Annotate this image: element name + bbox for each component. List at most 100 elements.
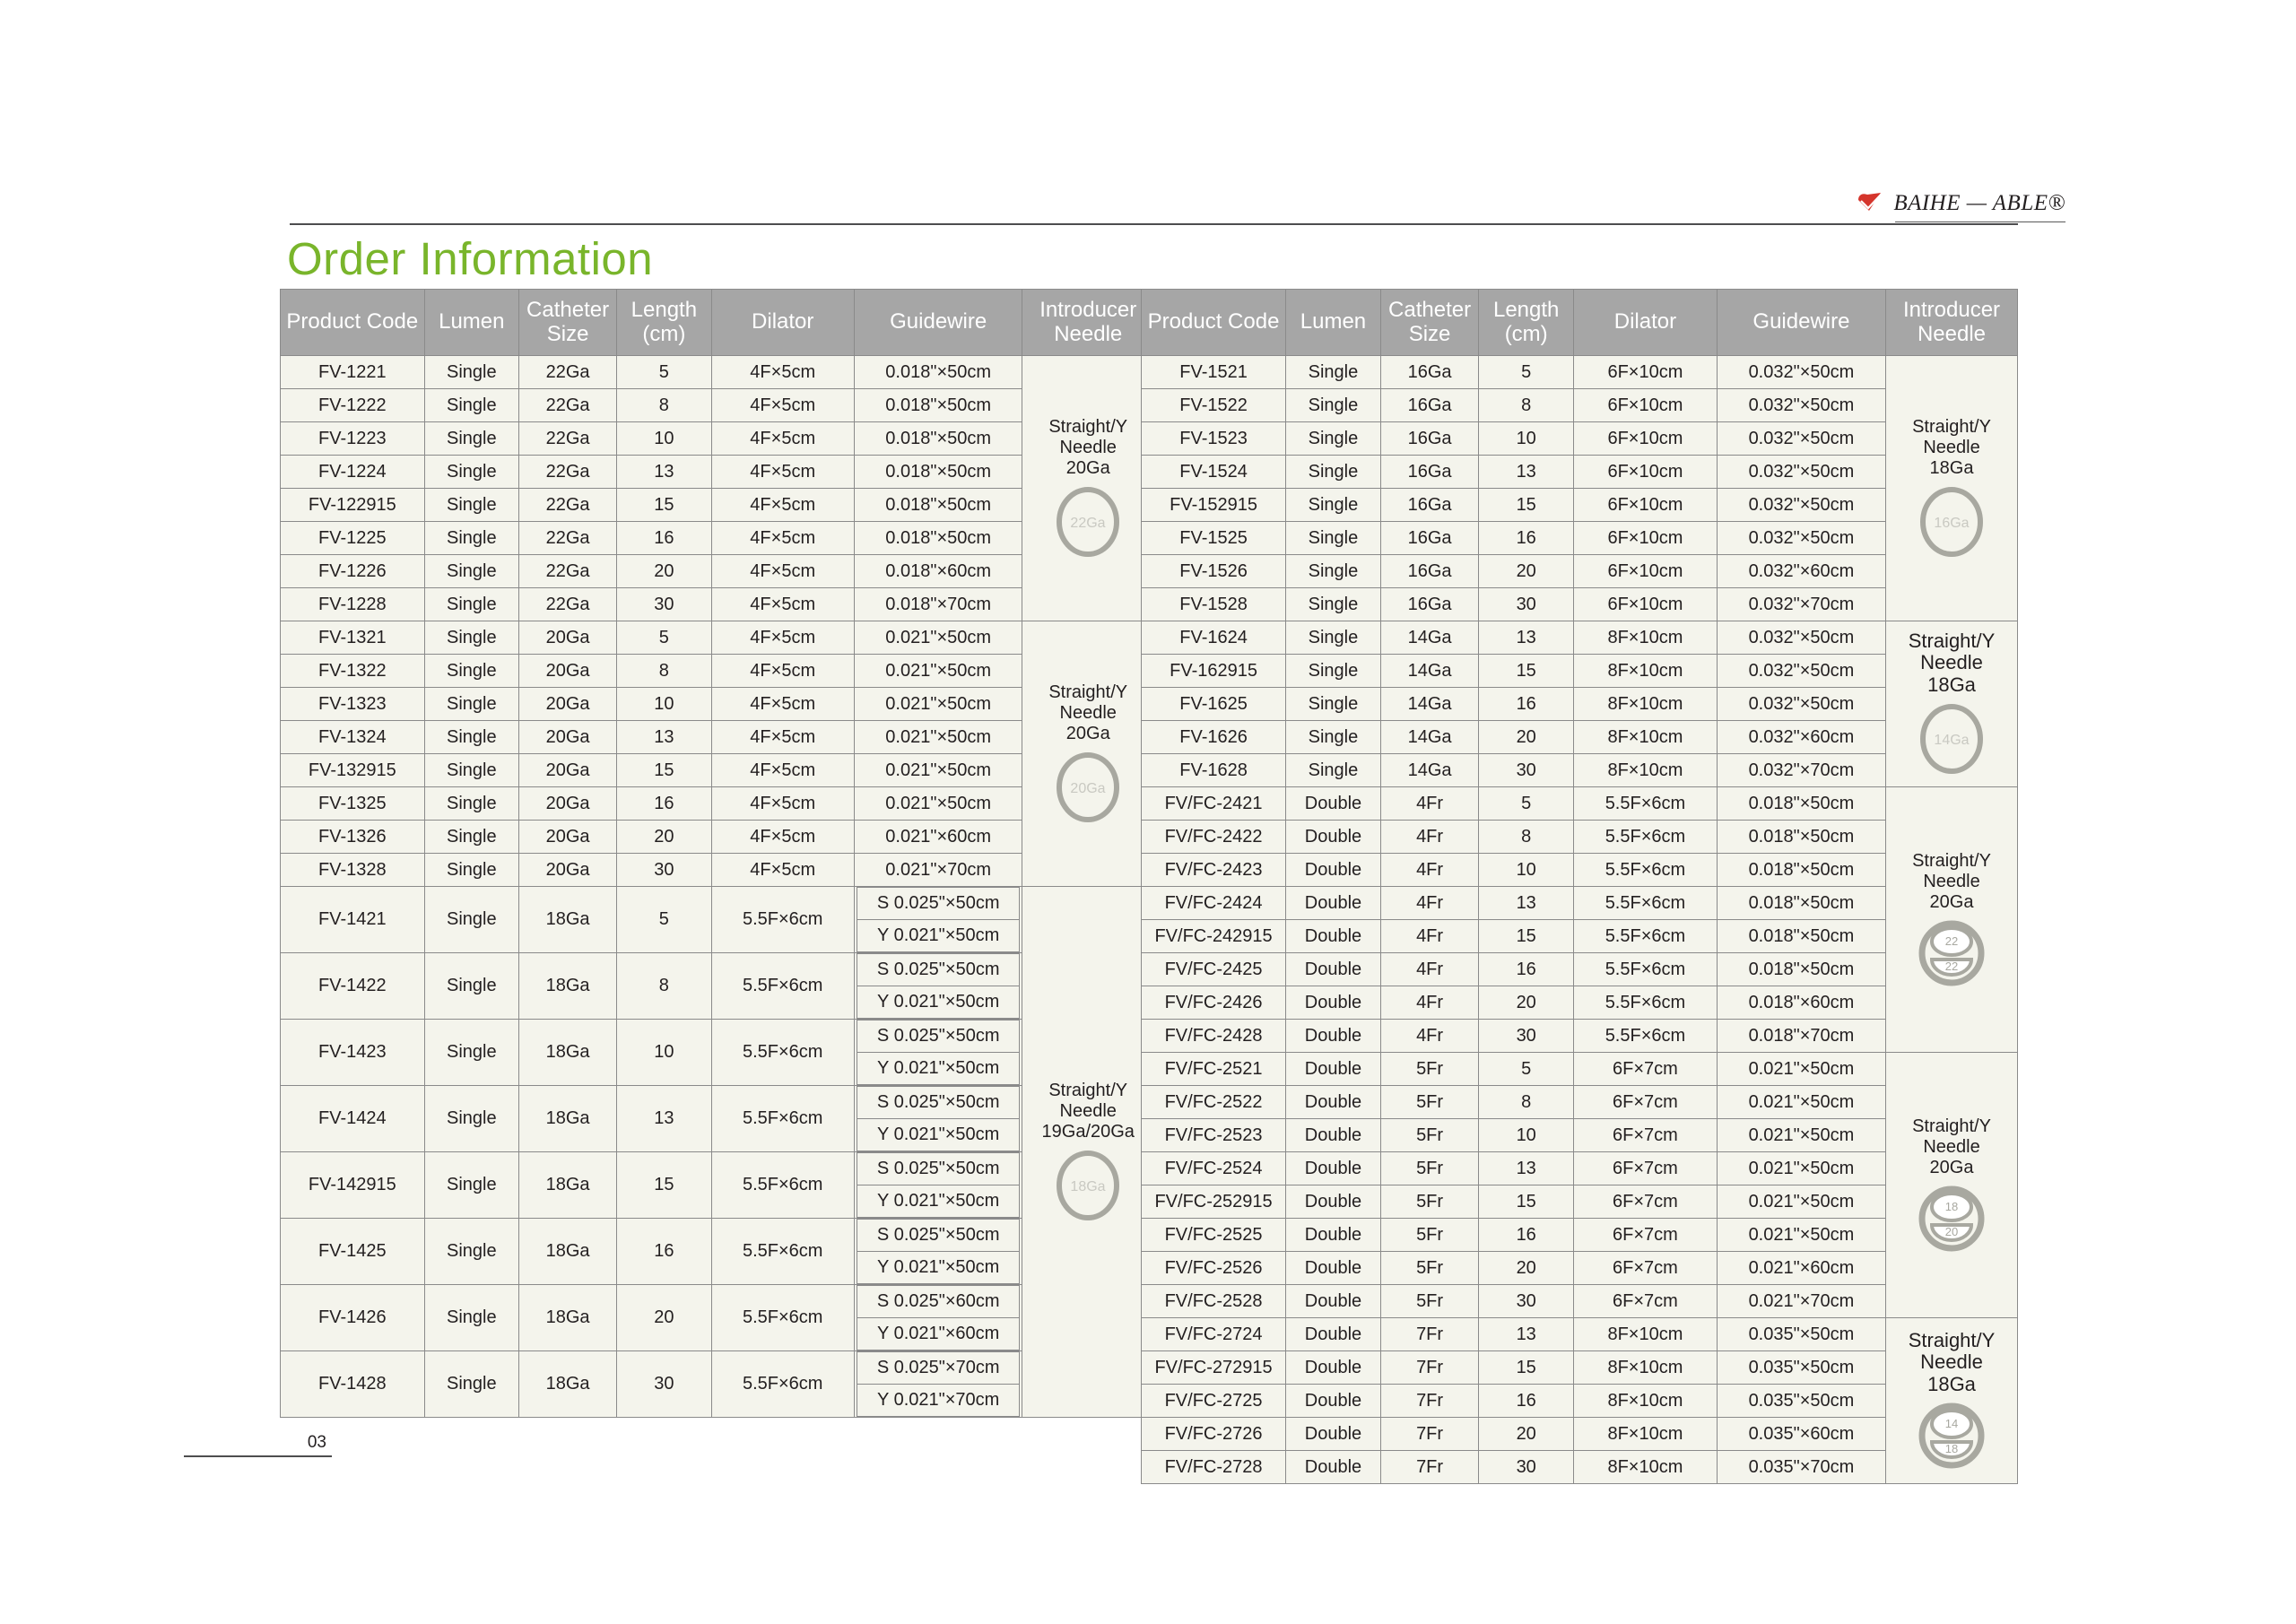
lumen-cell: Single xyxy=(1285,720,1381,754)
dilator-cell: 4F×5cm xyxy=(710,786,855,821)
length-cell: 30 xyxy=(1478,1284,1575,1318)
col-lumen: Lumen xyxy=(1285,289,1381,356)
catheter-size-cell: 5Fr xyxy=(1379,1118,1480,1152)
dilator-cell: 6F×10cm xyxy=(1573,554,1718,588)
length-cell: 5 xyxy=(1478,786,1575,821)
dilator-cell: 4F×5cm xyxy=(710,587,855,621)
product-code-cell: FV-1525 xyxy=(1140,521,1287,555)
single-lumen-catheter-icon: 14Ga xyxy=(1920,704,1983,775)
dilator-cell: 6F×10cm xyxy=(1573,421,1718,456)
col-product-code: Product Code xyxy=(1140,289,1287,356)
lumen-cell: Single xyxy=(423,753,519,787)
guidewire-cell: 0.021"×50cm xyxy=(853,654,1023,688)
guidewire-cell: 0.021"×70cm xyxy=(853,853,1023,887)
table-body-left: FV-1221 Single 22Ga 5 4F×5cm 0.018"×50cm Strai… xyxy=(280,355,1154,1418)
guidewire-cell: 0.035"×60cm xyxy=(1716,1417,1887,1451)
product-code-cell: FV/FC-2726 xyxy=(1140,1417,1287,1451)
lumen-cell: Double xyxy=(1285,1052,1381,1086)
needle-spec-line: Needle xyxy=(1059,437,1117,457)
lumen-cell: Single xyxy=(423,853,519,887)
product-code-cell: FV-1522 xyxy=(1140,388,1287,422)
guidewire-cell: 0.018"×70cm xyxy=(1716,1019,1887,1053)
lumen-cell: Single xyxy=(423,421,519,456)
guidewire-cell: 0.021"×50cm xyxy=(1716,1185,1887,1219)
table-row: FV-1521 Single 16Ga 5 6F×10cm 0.032"×50cm Stra… xyxy=(1140,355,2018,621)
product-code-cell: FV-152915 xyxy=(1140,488,1287,522)
product-code-cell: FV-1226 xyxy=(280,554,425,588)
col-catheter-size: Catheter Size xyxy=(517,289,618,356)
dilator-cell: 4F×5cm xyxy=(710,554,855,588)
catheter-size-cell: 5Fr xyxy=(1379,1151,1480,1185)
svg-text:18: 18 xyxy=(1945,1442,1958,1455)
lumen-cell: Single xyxy=(423,388,519,422)
introducer-needle-cell: Straight/Y Needle 20Ga 18 20 xyxy=(1885,1052,2018,1318)
dilator-cell: 5.5F×6cm xyxy=(710,886,855,953)
catheter-size-cell: 7Fr xyxy=(1379,1317,1480,1351)
guidewire-cell: S 0.025"×50cm Y 0.021"×50cm xyxy=(853,886,1023,953)
product-code-cell: FV-1225 xyxy=(280,521,425,555)
needle-spec-line: 20Ga xyxy=(1929,891,1974,912)
dilator-cell: 6F×7cm xyxy=(1573,1218,1718,1252)
catheter-size-cell: 18Ga xyxy=(517,886,618,953)
length-cell: 16 xyxy=(616,786,712,821)
needle-spec-line: 20Ga xyxy=(1065,723,1110,743)
product-code-cell: FV/FC-2525 xyxy=(1140,1218,1287,1252)
dilator-cell: 5.5F×6cm xyxy=(710,1218,855,1285)
lumen-cell: Single xyxy=(1285,554,1381,588)
catheter-size-cell: 4Fr xyxy=(1379,986,1480,1020)
length-cell: 30 xyxy=(1478,1019,1575,1053)
dilator-cell: 8F×10cm xyxy=(1573,621,1718,655)
page-folio: 03 xyxy=(184,1433,332,1457)
length-cell: 5 xyxy=(1478,1052,1575,1086)
svg-text:22Ga: 22Ga xyxy=(1071,516,1106,531)
product-code-cell: FV/FC-2725 xyxy=(1140,1384,1287,1418)
catheter-size-cell: 20Ga xyxy=(517,853,618,887)
needle-spec-line: Needle xyxy=(1923,871,1980,891)
folio-divider xyxy=(184,1455,332,1457)
lumen-cell: Single xyxy=(423,687,519,721)
dilator-cell: 8F×10cm xyxy=(1573,720,1718,754)
catheter-size-cell: 20Ga xyxy=(517,753,618,787)
catheter-size-cell: 14Ga xyxy=(1379,654,1480,688)
length-cell: 15 xyxy=(1478,919,1575,953)
dilator-cell: 6F×10cm xyxy=(1573,521,1718,555)
col-product-code: Product Code xyxy=(280,289,425,356)
table-header-right: Product Code Lumen Catheter Size Length … xyxy=(1140,289,2018,356)
dilator-cell: 6F×7cm xyxy=(1573,1052,1718,1086)
col-catheter-size: Catheter Size xyxy=(1379,289,1480,356)
length-cell: 16 xyxy=(1478,687,1575,721)
introducer-needle-cell: Straight/Y Needle 18Ga 14 18 xyxy=(1885,1317,2018,1484)
guidewire-cell: 0.018"×50cm xyxy=(1716,952,1887,986)
guidewire-cell: 0.018"×60cm xyxy=(1716,986,1887,1020)
needle-spec-line: Straight/Y xyxy=(1048,416,1128,437)
catheter-size-cell: 7Fr xyxy=(1379,1384,1480,1418)
lumen-cell: Single xyxy=(1285,654,1381,688)
guidewire-cell: 0.018"×50cm xyxy=(853,455,1023,489)
col-guidewire: Guidewire xyxy=(1716,289,1887,356)
product-code-cell: FV/FC-2423 xyxy=(1140,853,1287,887)
col-dilator: Dilator xyxy=(710,289,855,356)
dilator-cell: 5.5F×6cm xyxy=(710,1019,855,1086)
col-dilator: Dilator xyxy=(1573,289,1718,356)
catheter-size-cell: 20Ga xyxy=(517,621,618,655)
dilator-cell: 5.5F×6cm xyxy=(1573,786,1718,821)
guidewire-cell: 0.021"×50cm xyxy=(853,720,1023,754)
header-row: Product Code Lumen Catheter Size Length … xyxy=(1140,289,2018,356)
guidewire-cell: S 0.025"×50cm Y 0.021"×50cm xyxy=(853,952,1023,1020)
double-lumen-catheter-icon: 22 22 xyxy=(1918,920,1985,986)
length-cell: 16 xyxy=(616,1218,712,1285)
lumen-cell: Double xyxy=(1285,1450,1381,1484)
guidewire-cell: 0.035"×70cm xyxy=(1716,1450,1887,1484)
dilator-cell: 8F×10cm xyxy=(1573,753,1718,787)
length-cell: 8 xyxy=(616,388,712,422)
needle-spec-line: Straight/Y xyxy=(1048,682,1128,702)
guidewire-cell: 0.035"×50cm xyxy=(1716,1350,1887,1385)
guidewire-cell: 0.032"×50cm xyxy=(1716,621,1887,655)
lumen-cell: Single xyxy=(1285,687,1381,721)
lumen-cell: Single xyxy=(423,1151,519,1219)
guidewire-cell: 0.018"×50cm xyxy=(853,388,1023,422)
double-lumen-catheter-icon: 14 18 xyxy=(1918,1403,1985,1469)
guidewire-straight: S 0.025"×50cm xyxy=(856,887,1021,920)
product-code-cell: FV/FC-2522 xyxy=(1140,1085,1287,1119)
dilator-cell: 8F×10cm xyxy=(1573,1384,1718,1418)
